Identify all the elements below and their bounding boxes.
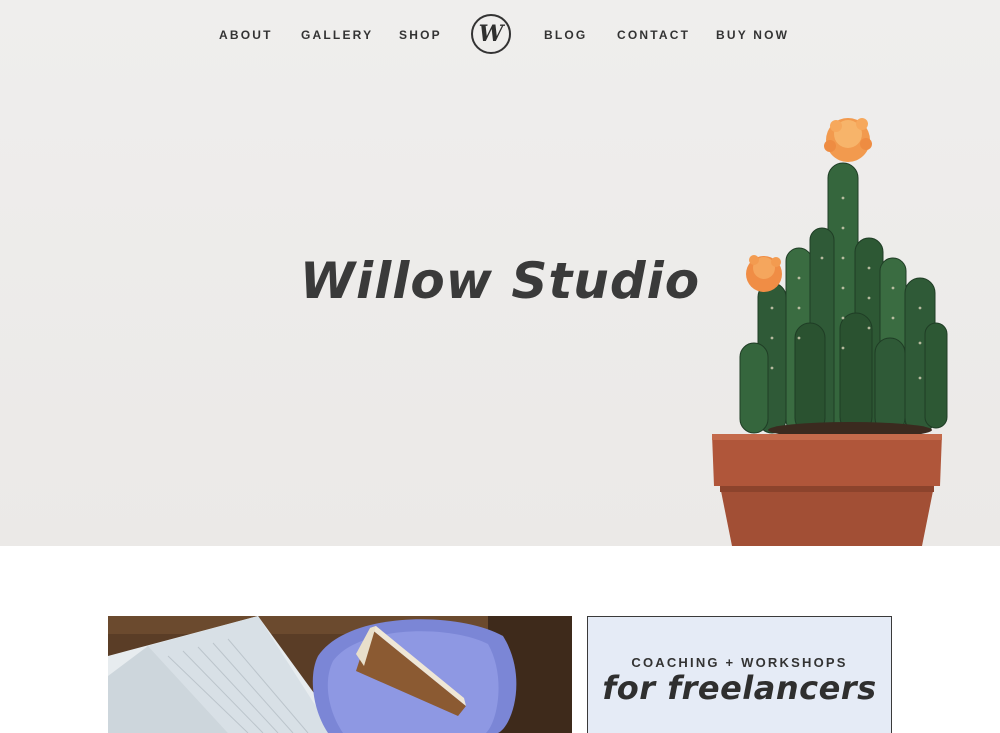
pot-rim — [712, 434, 942, 486]
flower-top — [824, 118, 872, 162]
coaching-workshops-card[interactable]: COACHING + WORKSHOPS for freelancers — [587, 616, 892, 733]
nav-link-gallery[interactable]: GALLERY — [301, 28, 373, 42]
logo[interactable]: W — [471, 14, 511, 54]
main-nav: ABOUT GALLERY SHOP W BLOG CONTACT BUY NO… — [0, 14, 1000, 56]
cactus-illustration — [712, 118, 948, 546]
cactus-stems — [739, 162, 948, 434]
hero-section: ABOUT GALLERY SHOP W BLOG CONTACT BUY NO… — [0, 0, 1000, 546]
nav-link-buy-now[interactable]: BUY NOW — [716, 28, 789, 42]
coaching-eyebrow: COACHING + WORKSHOPS — [631, 655, 848, 670]
nav-link-contact[interactable]: CONTACT — [617, 28, 690, 42]
flower-side — [746, 255, 782, 292]
nav-link-shop[interactable]: SHOP — [399, 28, 442, 42]
pot-body — [720, 486, 934, 546]
feature-photo-book-cake[interactable] — [108, 616, 572, 733]
nav-link-about[interactable]: ABOUT — [219, 28, 273, 42]
nav-link-blog[interactable]: BLOG — [544, 28, 587, 42]
book-cake-photo — [108, 616, 572, 733]
freelancers-heading: for freelancers — [602, 669, 877, 707]
